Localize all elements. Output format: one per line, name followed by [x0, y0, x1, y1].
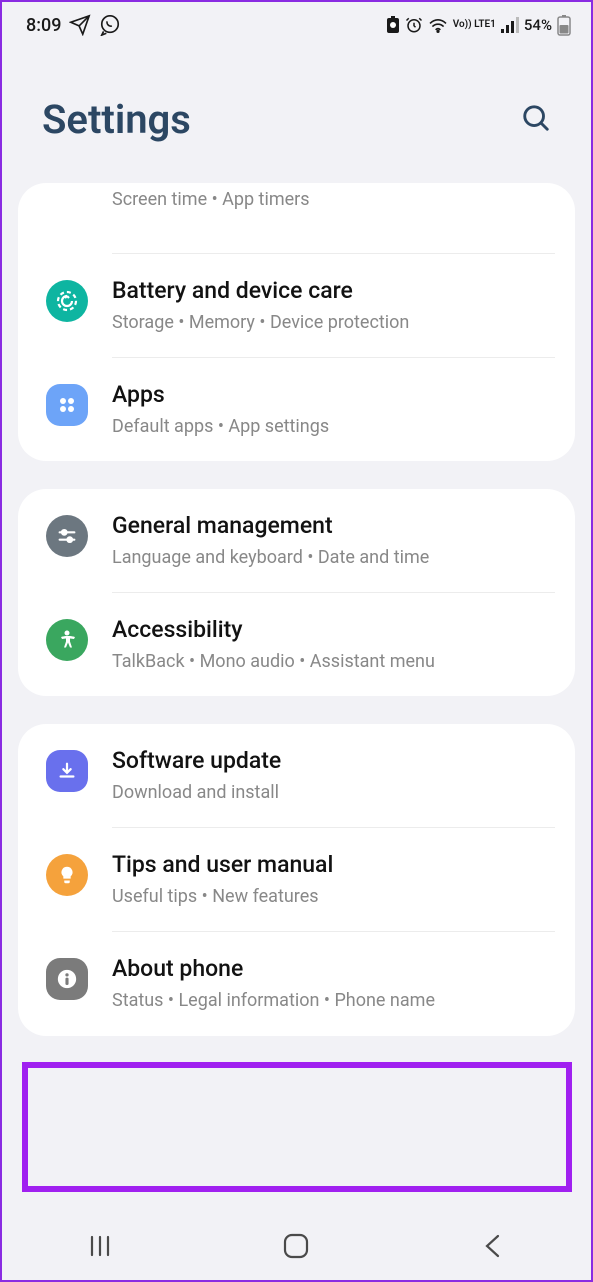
settings-item-title: Apps [112, 380, 547, 410]
battery-percent: 54% [524, 16, 552, 34]
settings-item-subtitle: Language and keyboard • Date and time [112, 545, 547, 570]
settings-item-title: Battery and device care [112, 276, 547, 306]
status-right: Vo)) LTE1 54% [386, 14, 571, 36]
settings-group-2: General management Language and keyboard… [18, 489, 575, 696]
settings-item-subtitle: Default apps • App settings [112, 414, 547, 439]
search-button[interactable] [517, 99, 555, 140]
signal-icon [501, 17, 519, 33]
apps-icon [46, 384, 88, 426]
nav-recents-button[interactable] [57, 1221, 143, 1274]
settings-item-subtitle: TalkBack • Mono audio • Assistant menu [112, 649, 547, 674]
network-label: Vo)) LTE1 [453, 20, 496, 30]
settings-item-subtitle: Download and install [112, 780, 547, 805]
nav-back-button[interactable] [450, 1221, 536, 1274]
search-icon [521, 121, 551, 136]
status-left: 8:09 [26, 14, 121, 36]
device-care-icon [46, 280, 88, 322]
settings-item-title: General management [112, 511, 547, 541]
settings-item-title: Tips and user manual [112, 850, 547, 880]
wifi-icon [428, 17, 448, 33]
settings-item-digital-wellbeing[interactable]: Screen time • App timers [18, 183, 575, 253]
sliders-icon [46, 515, 88, 557]
battery-status-icon [386, 16, 400, 34]
whatsapp-icon [99, 14, 121, 36]
settings-group-1: Screen time • App timers Battery and dev… [18, 183, 575, 461]
recents-icon [87, 1247, 113, 1262]
settings-item-general-management[interactable]: General management Language and keyboard… [18, 489, 575, 592]
settings-item-title: About phone [112, 954, 547, 984]
status-time: 8:09 [26, 15, 61, 36]
settings-item-subtitle: Storage • Memory • Device protection [112, 310, 547, 335]
settings-item-title: Accessibility [112, 615, 547, 645]
settings-item-accessibility[interactable]: Accessibility TalkBack • Mono audio • As… [18, 593, 575, 696]
highlight-about-phone [22, 1062, 572, 1192]
nav-home-button[interactable] [252, 1220, 340, 1275]
settings-item-apps[interactable]: Apps Default apps • App settings [18, 358, 575, 461]
settings-item-subtitle: Screen time • App timers [112, 187, 547, 212]
accessibility-icon [46, 619, 88, 661]
settings-item-device-care[interactable]: Battery and device care Storage • Memory… [18, 254, 575, 357]
settings-group-3: Software update Download and install Tip… [18, 724, 575, 1035]
status-bar: 8:09 Vo)) LTE1 54% [2, 2, 591, 44]
bulb-icon [46, 854, 88, 896]
info-icon [46, 958, 88, 1000]
settings-item-about-phone[interactable]: About phone Status • Legal information •… [18, 932, 575, 1035]
settings-item-software-update[interactable]: Software update Download and install [18, 724, 575, 827]
settings-item-subtitle: Useful tips • New features [112, 884, 547, 909]
battery-icon [557, 14, 571, 36]
settings-item-tips[interactable]: Tips and user manual Useful tips • New f… [18, 828, 575, 931]
telegram-icon [69, 14, 91, 36]
navigation-bar [2, 1214, 591, 1280]
page-title: Settings [42, 96, 191, 143]
page-header: Settings [2, 44, 591, 183]
settings-item-subtitle: Status • Legal information • Phone name [112, 988, 547, 1013]
alarm-icon [405, 16, 423, 34]
back-icon [480, 1247, 506, 1262]
home-icon [282, 1248, 310, 1263]
settings-item-title: Software update [112, 746, 547, 776]
update-icon [46, 750, 88, 792]
